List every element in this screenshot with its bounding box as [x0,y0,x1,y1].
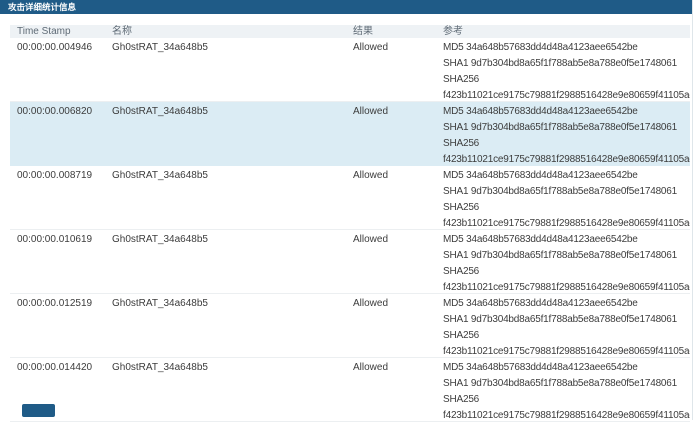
timestamp-cell: 00:00:00.010619 [10,230,105,293]
attack-detail-panel: 攻击详细统计信息 Time Stamp 名称 结果 参考 00:00:00.00… [0,0,700,420]
reference-cell: MD5 34a648b57683dd4d48a4123aee6542be SHA… [436,166,690,229]
sha256-hash-line: f423b11021ce9175c79881f2988516428e9e8065… [443,408,690,421]
sha1-line: SHA1 9d7b304bd8a65f1f788ab5e8a788e0f5e17… [443,248,690,264]
table-row[interactable]: 00:00:00.014420 Gh0stRAT_34a648b5 Allowe… [10,358,690,422]
panel-right-border [692,0,693,420]
sha256-label-line: SHA256 [443,328,690,344]
name-cell: Gh0stRAT_34a648b5 [105,102,346,165]
reference-cell: MD5 34a648b57683dd4d48a4123aee6542be SHA… [436,38,690,101]
sha256-label-line: SHA256 [443,72,690,88]
name-cell: Gh0stRAT_34a648b5 [105,230,346,293]
name-cell: Gh0stRAT_34a648b5 [105,166,346,229]
md5-line: MD5 34a648b57683dd4d48a4123aee6542be [443,232,690,248]
reference-cell: MD5 34a648b57683dd4d48a4123aee6542be SHA… [436,358,690,421]
sha1-line: SHA1 9d7b304bd8a65f1f788ab5e8a788e0f5e17… [443,312,690,328]
result-cell: Allowed [346,38,436,101]
table-row[interactable]: 00:00:00.004946 Gh0stRAT_34a648b5 Allowe… [10,38,690,102]
sha256-label-line: SHA256 [443,264,690,280]
reference-cell: MD5 34a648b57683dd4d48a4123aee6542be SHA… [436,294,690,357]
name-cell: Gh0stRAT_34a648b5 [105,38,346,101]
result-cell: Allowed [346,230,436,293]
timestamp-cell: 00:00:00.004946 [10,38,105,101]
result-cell: Allowed [346,102,436,165]
table-row[interactable]: 00:00:00.012519 Gh0stRAT_34a648b5 Allowe… [10,294,690,358]
table-row[interactable]: 00:00:00.008719 Gh0stRAT_34a648b5 Allowe… [10,166,690,230]
sha256-hash-line: f423b11021ce9175c79881f2988516428e9e8065… [443,344,690,357]
table-row[interactable]: 00:00:00.006820 Gh0stRAT_34a648b5 Allowe… [10,102,690,166]
sha256-label-line: SHA256 [443,200,690,216]
reference-cell: MD5 34a648b57683dd4d48a4123aee6542be SHA… [436,230,690,293]
result-cell: Allowed [346,294,436,357]
table-row[interactable]: 00:00:00.010619 Gh0stRAT_34a648b5 Allowe… [10,230,690,294]
column-header-name[interactable]: 名称 [105,25,346,38]
name-cell: Gh0stRAT_34a648b5 [105,358,346,421]
panel-title: 攻击详细统计信息 [8,2,76,12]
sha1-line: SHA1 9d7b304bd8a65f1f788ab5e8a788e0f5e17… [443,120,690,136]
sha256-hash-line: f423b11021ce9175c79881f2988516428e9e8065… [443,216,690,229]
table-body: 00:00:00.004946 Gh0stRAT_34a648b5 Allowe… [10,38,690,422]
column-header-result[interactable]: 结果 [346,25,436,38]
name-cell: Gh0stRAT_34a648b5 [105,294,346,357]
md5-line: MD5 34a648b57683dd4d48a4123aee6542be [443,360,690,376]
result-cell: Allowed [346,358,436,421]
md5-line: MD5 34a648b57683dd4d48a4123aee6542be [443,168,690,184]
column-header-reference[interactable]: 参考 [436,25,690,38]
result-cell: Allowed [346,166,436,229]
timestamp-cell: 00:00:00.012519 [10,294,105,357]
sha256-label-line: SHA256 [443,136,690,152]
sha1-line: SHA1 9d7b304bd8a65f1f788ab5e8a788e0f5e17… [443,376,690,392]
table-header-row: Time Stamp 名称 结果 参考 [10,25,690,38]
reference-cell: MD5 34a648b57683dd4d48a4123aee6542be SHA… [436,102,690,165]
md5-line: MD5 34a648b57683dd4d48a4123aee6542be [443,104,690,120]
column-header-timestamp[interactable]: Time Stamp [10,25,105,38]
timestamp-cell: 00:00:00.006820 [10,102,105,165]
sha256-label-line: SHA256 [443,392,690,408]
attack-table: Time Stamp 名称 结果 参考 00:00:00.004946 Gh0s… [10,25,690,422]
status-tooltip [22,404,55,417]
sha256-hash-line: f423b11021ce9175c79881f2988516428e9e8065… [443,280,690,293]
md5-line: MD5 34a648b57683dd4d48a4123aee6542be [443,296,690,312]
panel-titlebar: 攻击详细统计信息 [0,0,692,14]
sha1-line: SHA1 9d7b304bd8a65f1f788ab5e8a788e0f5e17… [443,184,690,200]
md5-line: MD5 34a648b57683dd4d48a4123aee6542be [443,40,690,56]
timestamp-cell: 00:00:00.008719 [10,166,105,229]
sha256-hash-line: f423b11021ce9175c79881f2988516428e9e8065… [443,152,690,165]
sha1-line: SHA1 9d7b304bd8a65f1f788ab5e8a788e0f5e17… [443,56,690,72]
sha256-hash-line: f423b11021ce9175c79881f2988516428e9e8065… [443,88,690,101]
